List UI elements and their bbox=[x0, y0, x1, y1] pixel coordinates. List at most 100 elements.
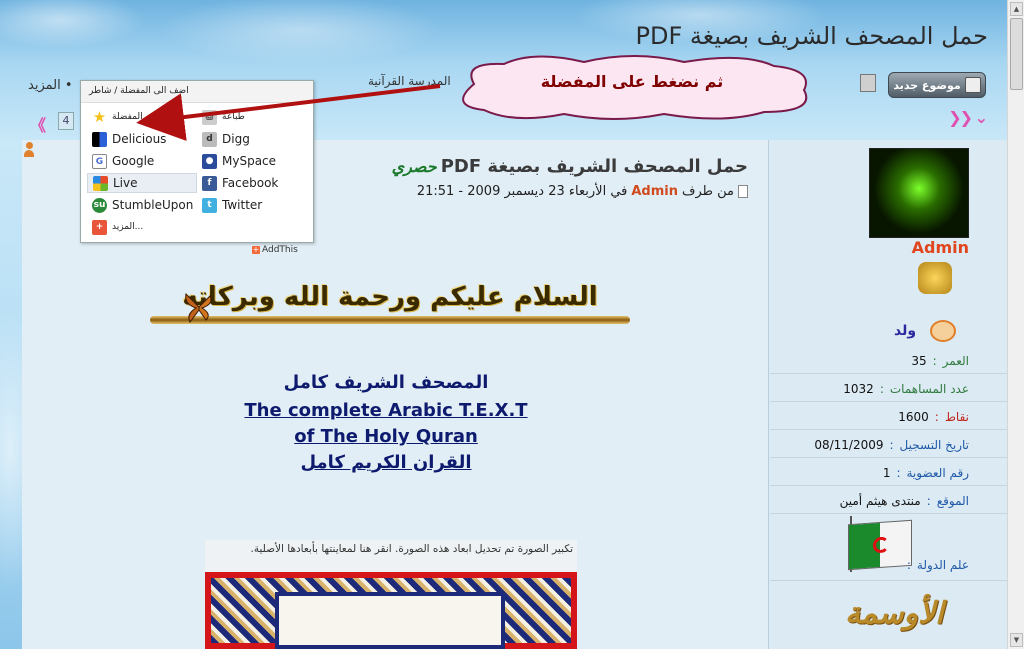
divider bbox=[770, 457, 1007, 458]
twitter-icon: t bbox=[202, 197, 217, 213]
user-icon[interactable] bbox=[24, 142, 34, 157]
callout-text: ثم نضغط على المفضلة bbox=[540, 72, 724, 91]
share-menu: اضف الى المفضلة / شاطر ★ المفضلة ⎙ طباعة… bbox=[80, 80, 314, 243]
share-label: Twitter bbox=[222, 198, 263, 212]
image-center bbox=[275, 592, 505, 649]
field-key: العمر bbox=[942, 354, 969, 368]
butterfly-icon bbox=[185, 292, 212, 323]
reply-icon[interactable] bbox=[860, 74, 876, 92]
share-label: Facebook bbox=[222, 176, 279, 190]
page-title: حمل المصحف الشريف بصيغة PDF bbox=[635, 22, 988, 50]
profile-field-posts: عدد المساهمات: 1032 bbox=[843, 382, 969, 396]
share-label: MySpace bbox=[222, 154, 277, 168]
new-topic-icon bbox=[964, 77, 981, 93]
share-live[interactable]: Live bbox=[87, 173, 197, 193]
share-label: StumbleUpon bbox=[112, 198, 194, 212]
gender-row: ولد bbox=[894, 320, 957, 342]
divider bbox=[770, 429, 1007, 430]
field-value: 35 bbox=[911, 354, 927, 368]
divider bbox=[770, 580, 1007, 581]
digg-icon: d bbox=[202, 131, 217, 147]
share-grid: ★ المفضلة ⎙ طباعة Delicious d Digg G Goo… bbox=[81, 103, 313, 244]
new-topic-label: موضوع جديد bbox=[893, 78, 961, 92]
post-title-text: حمل المصحف الشريف بصيغة PDF bbox=[440, 156, 748, 177]
body-line-1: المصحف الشريف كامل bbox=[283, 372, 489, 393]
meta-prefix: من طرف bbox=[682, 184, 734, 199]
field-value: 08/11/2009 bbox=[814, 438, 884, 452]
post-title: حمل المصحف الشريف بصيغة PDF حصري bbox=[392, 156, 748, 177]
divider bbox=[770, 401, 1007, 402]
scroll-down-icon[interactable]: ▼ bbox=[1010, 633, 1023, 647]
divider bbox=[770, 513, 1007, 514]
field-key: الموقع bbox=[936, 494, 969, 508]
share-digg[interactable]: d Digg bbox=[197, 129, 307, 149]
profile-field-flag: علم الدولة: bbox=[906, 558, 969, 572]
algeria-flag-icon bbox=[848, 519, 912, 571]
next-page-icon[interactable]: ❯❯ ⌄ bbox=[948, 108, 988, 127]
field-value: 1032 bbox=[843, 382, 874, 396]
prev-page-icon[interactable]: 《 bbox=[30, 112, 46, 136]
document-icon bbox=[738, 185, 748, 198]
profile-field-joined: تاريخ التسجيل: 08/11/2009 bbox=[814, 438, 969, 452]
share-more[interactable]: + المزيد... bbox=[87, 217, 197, 237]
share-stumbleupon[interactable]: su StumbleUpon bbox=[87, 195, 197, 215]
windows-live-icon bbox=[93, 175, 108, 191]
myspace-icon: ● bbox=[202, 153, 217, 169]
field-key: رقم العضوية bbox=[906, 466, 970, 480]
field-key: علم الدولة bbox=[916, 558, 969, 572]
share-menu-header: اضف الى المفضلة / شاطر bbox=[81, 81, 313, 103]
field-key: عدد المساهمات bbox=[889, 382, 969, 396]
printer-icon: ⎙ bbox=[202, 109, 217, 125]
more-link[interactable]: • المزيد bbox=[28, 78, 73, 93]
avatar[interactable] bbox=[869, 148, 969, 238]
share-label: Live bbox=[113, 176, 138, 190]
vertical-scrollbar[interactable]: ▲ ▼ bbox=[1007, 0, 1024, 649]
addthis-label: AddThis bbox=[262, 245, 298, 255]
divider bbox=[770, 485, 1007, 486]
exclusive-tag: حصري bbox=[391, 157, 437, 176]
share-label: Google bbox=[112, 154, 155, 168]
share-google[interactable]: G Google bbox=[87, 151, 197, 171]
share-myspace[interactable]: ● MySpace bbox=[197, 151, 307, 171]
facebook-icon: f bbox=[202, 175, 217, 191]
instruction-callout: ثم نضغط على المفضلة bbox=[444, 54, 820, 120]
body-line-3[interactable]: of The Holy Quran bbox=[236, 426, 536, 452]
image-resize-notice[interactable]: تكبير الصورة تم تحديل ابعاد هذه الصورة. … bbox=[205, 540, 577, 572]
share-delicious[interactable]: Delicious bbox=[87, 129, 197, 149]
share-label: طباعة bbox=[222, 112, 245, 122]
share-label: Digg bbox=[222, 132, 250, 146]
share-label: المزيد... bbox=[112, 222, 144, 232]
field-key: نقاط bbox=[944, 410, 969, 424]
more-plus-icon: + bbox=[92, 219, 107, 235]
post-author-link[interactable]: Admin bbox=[631, 184, 678, 199]
field-value: 1 bbox=[882, 466, 891, 480]
scroll-thumb[interactable] bbox=[1010, 18, 1023, 90]
field-key: تاريخ التسجيل bbox=[899, 438, 969, 452]
body-line-4[interactable]: القران الكريم كامل bbox=[236, 452, 536, 480]
page-number-link[interactable]: 4 bbox=[58, 112, 74, 130]
greeting-banner: السلام عليكم ورحمة الله وبركاته bbox=[150, 278, 630, 330]
divider bbox=[770, 373, 1007, 374]
share-twitter[interactable]: t Twitter bbox=[197, 195, 307, 215]
delicious-icon bbox=[92, 131, 107, 147]
new-topic-button[interactable]: موضوع جديد bbox=[888, 72, 986, 98]
gender-label: ولد bbox=[894, 323, 917, 339]
profile-field-location: الموقع: منتدى هيثم أمين bbox=[839, 494, 969, 508]
body-line-2[interactable]: The complete Arabic T.E.X.T bbox=[236, 400, 536, 426]
profile-field-age: العمر: 35 bbox=[911, 354, 969, 368]
breadcrumb[interactable]: المدرسة القرآنية bbox=[368, 74, 451, 88]
stumbleupon-icon: su bbox=[92, 197, 107, 213]
post-meta: من طرف Admin في الأربعاء 23 ديسمبر 2009 … bbox=[417, 184, 748, 199]
share-favorites[interactable]: ★ المفضلة bbox=[87, 107, 197, 127]
rank-badge-icon bbox=[918, 262, 952, 294]
post-image[interactable] bbox=[205, 572, 577, 649]
addthis-link[interactable]: + AddThis bbox=[252, 245, 298, 255]
share-print[interactable]: ⎙ طباعة bbox=[197, 107, 307, 127]
scroll-up-icon[interactable]: ▲ bbox=[1010, 2, 1023, 16]
field-value: 1600 bbox=[898, 410, 929, 424]
google-icon: G bbox=[92, 153, 107, 169]
share-label: المفضلة bbox=[112, 112, 143, 122]
post-main-text: المصحف الشريف كامل The complete Arabic T… bbox=[236, 372, 536, 480]
share-facebook[interactable]: f Facebook bbox=[197, 173, 307, 193]
profile-username[interactable]: Admin bbox=[912, 238, 969, 257]
